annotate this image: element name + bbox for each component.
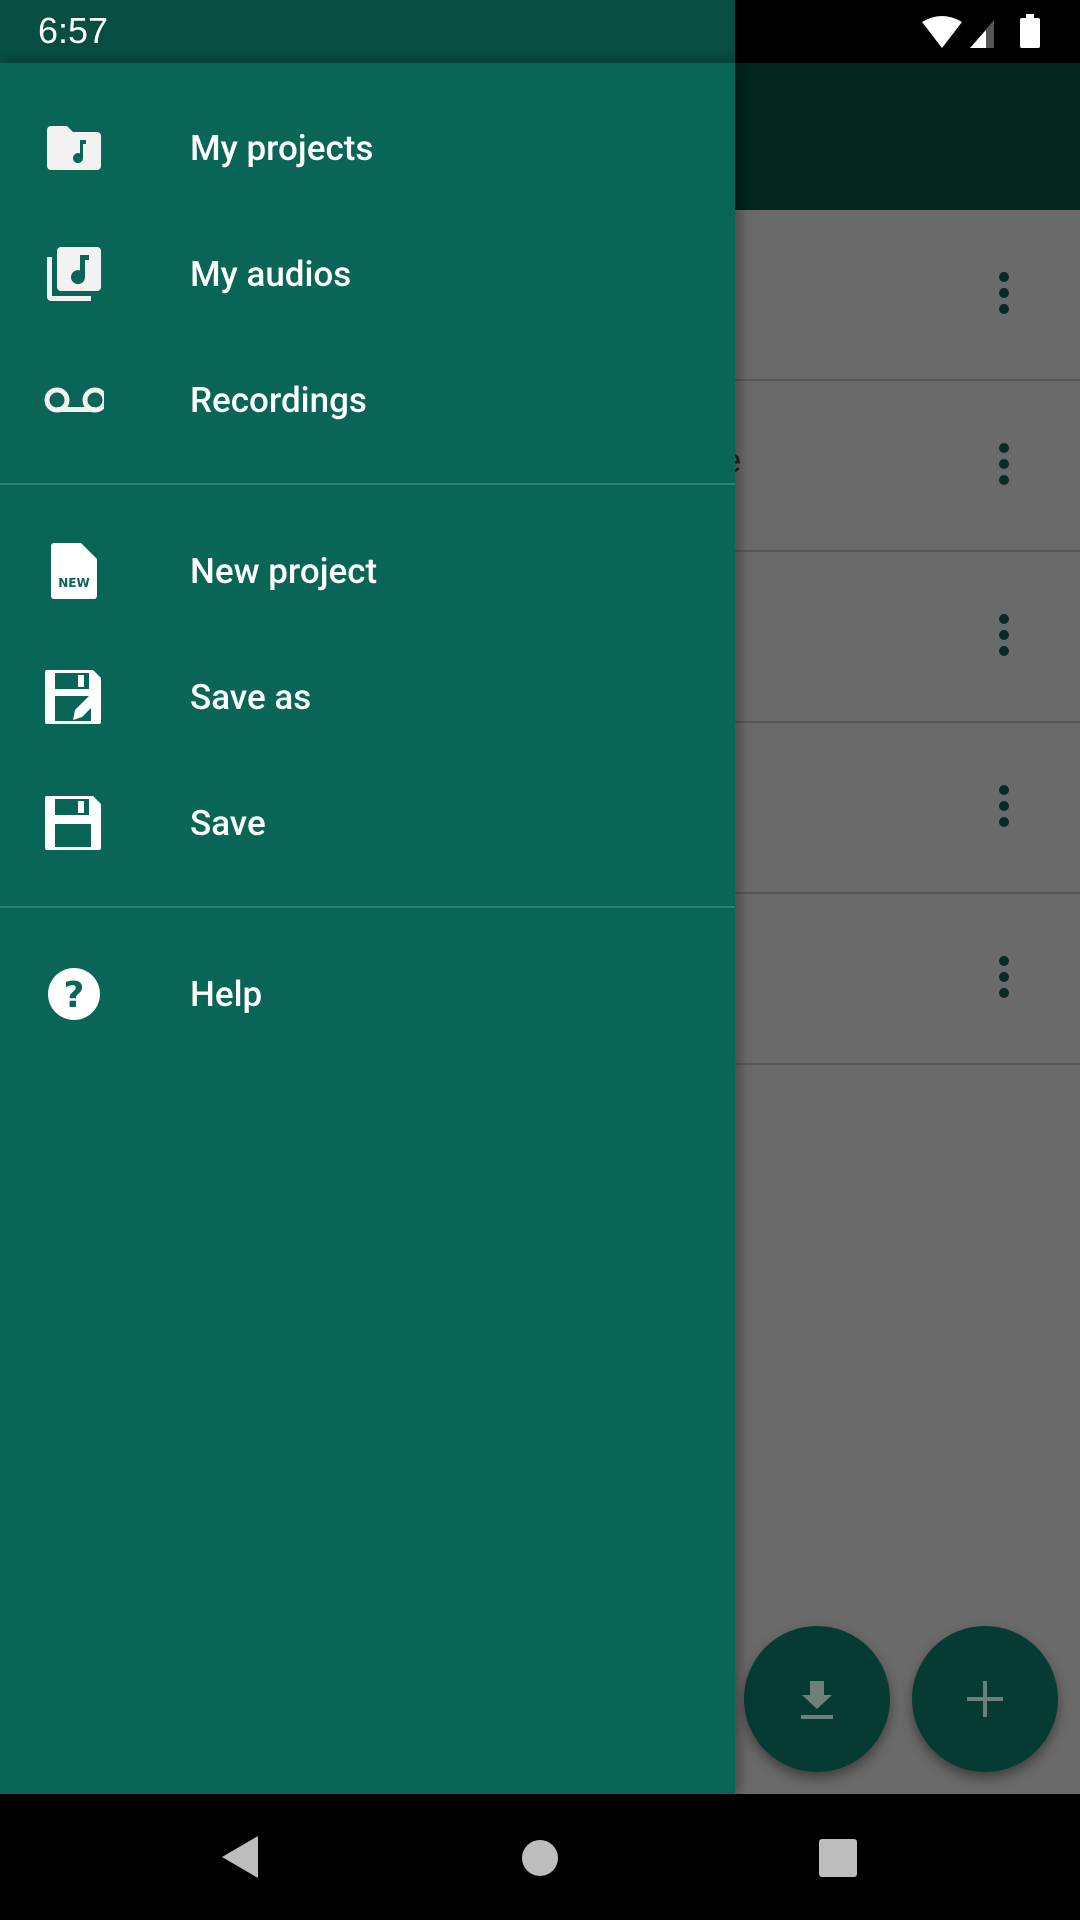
drawer-item-label: My audios <box>190 253 352 295</box>
help-circle-icon: ? <box>44 964 104 1024</box>
more-vert-icon[interactable] <box>998 272 1010 316</box>
add-icon <box>967 1681 1003 1717</box>
status-icons <box>922 14 1040 48</box>
drawer-item-label: Help <box>190 973 263 1015</box>
download-button[interactable] <box>744 1626 890 1772</box>
drawer-item-label: Save as <box>190 676 312 718</box>
voicemail-icon <box>44 370 104 430</box>
battery-icon <box>1020 14 1040 48</box>
drawer-item-help[interactable]: ? Help <box>0 931 735 1057</box>
list-item[interactable] <box>735 894 1080 1065</box>
library-music-icon <box>44 244 104 304</box>
drawer-item-label: Recordings <box>190 379 367 421</box>
drawer-divider <box>0 483 735 485</box>
app-toolbar <box>735 63 1080 210</box>
list-item[interactable] <box>735 210 1080 381</box>
more-vert-icon[interactable] <box>998 614 1010 658</box>
list-item[interactable]: e <box>723 381 1080 552</box>
recents-button[interactable] <box>818 1838 858 1878</box>
wifi-icon <box>922 16 962 48</box>
new-file-icon: NEW <box>44 541 104 601</box>
new-badge: NEW <box>58 576 89 590</box>
drawer-item-recordings[interactable]: Recordings <box>0 337 735 463</box>
status-bar-drawer-area <box>0 0 735 63</box>
drawer-item-save-as[interactable]: Save as <box>0 634 735 760</box>
more-vert-icon[interactable] <box>998 785 1010 829</box>
drawer-item-label: Save <box>190 802 266 844</box>
drawer-item-my-audios[interactable]: My audios <box>0 211 735 337</box>
add-button[interactable] <box>912 1626 1058 1772</box>
download-icon <box>801 1681 833 1719</box>
back-button[interactable] <box>218 1834 262 1880</box>
save-icon <box>44 793 104 853</box>
folder-music-icon <box>44 118 104 178</box>
drawer-item-save[interactable]: Save <box>0 760 735 886</box>
drawer-item-label: New project <box>190 550 378 592</box>
more-vert-icon[interactable] <box>998 956 1010 1000</box>
system-nav-bar <box>0 1794 1080 1920</box>
drawer-item-new-project[interactable]: NEW New project <box>0 508 735 634</box>
navigation-drawer: My projects My audios Recordings NEW New… <box>0 63 735 1794</box>
more-vert-icon[interactable] <box>998 443 1010 487</box>
list-item[interactable] <box>735 723 1080 894</box>
status-bar: 6:57 <box>0 0 1080 63</box>
list-item[interactable] <box>735 552 1080 723</box>
drawer-divider <box>0 906 735 908</box>
save-edit-icon <box>44 667 104 727</box>
home-button[interactable] <box>520 1838 560 1878</box>
drawer-item-label: My projects <box>190 127 374 169</box>
svg-text:?: ? <box>64 975 85 1016</box>
clock: 6:57 <box>38 10 109 51</box>
drawer-item-my-projects[interactable]: My projects <box>0 85 735 211</box>
